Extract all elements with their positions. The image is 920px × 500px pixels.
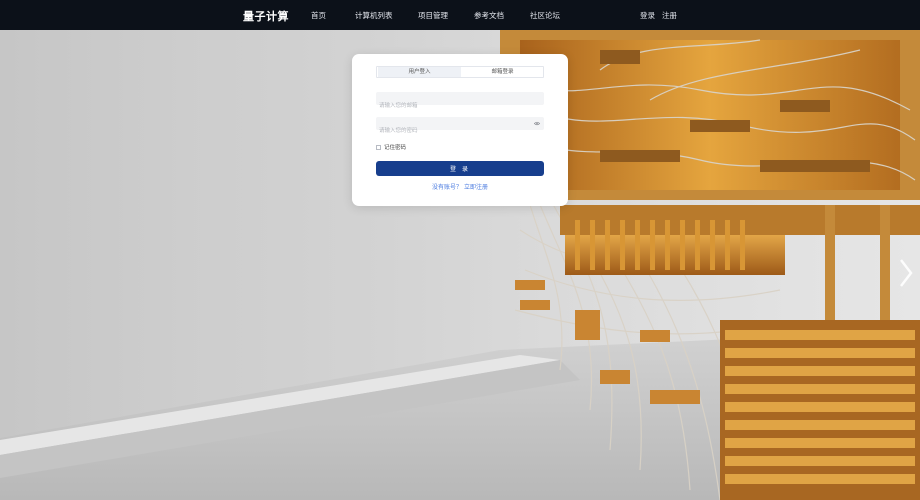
tab-user-login[interactable]: 用户登入 [378,67,461,77]
login-button[interactable]: 登 录 [376,161,544,176]
login-tabs: 用户登入 邮箱登录 [376,66,544,78]
header-login-link[interactable]: 登录 [640,10,655,21]
tab-email-login[interactable]: 邮箱登录 [461,67,543,77]
remember-password-row: 记住密码 [376,143,406,151]
top-navigation-bar: 量子计算 首页 计算机列表 项目管理 参考文档 社区论坛 登录 注册 [0,0,920,30]
nav-reference-docs[interactable]: 参考文档 [474,10,504,21]
password-field [376,117,544,138]
remember-password-label: 记住密码 [384,145,407,151]
register-link[interactable]: 没有账号？ 立即注册 [352,182,568,191]
remember-password-checkbox[interactable] [376,144,381,150]
chevron-right-icon[interactable] [898,258,914,288]
login-card: 用户登入 邮箱登录 记住密码 登 录 没有账号？ 立即注册 [352,54,568,206]
header-register-link[interactable]: 注册 [662,10,677,21]
password-input[interactable] [376,124,544,138]
username-field [376,92,544,113]
nav-project-management[interactable]: 项目管理 [418,10,448,21]
eye-icon[interactable] [534,121,540,126]
nav-community-forum[interactable]: 社区论坛 [530,10,560,21]
nav-home[interactable]: 首页 [311,10,326,21]
email-input[interactable] [376,99,544,113]
nav-computer-list[interactable]: 计算机列表 [355,10,393,21]
brand-title[interactable]: 量子计算 [243,8,289,24]
